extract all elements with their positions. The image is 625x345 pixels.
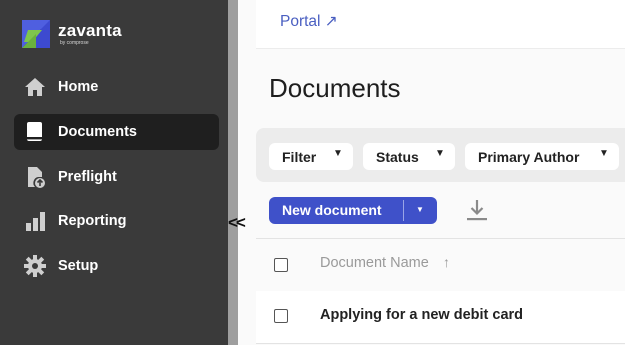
document-icon: [27, 122, 43, 141]
sidebar-item-label: Documents: [58, 124, 137, 140]
sidebar-item-setup[interactable]: Setup: [14, 248, 219, 284]
status-dropdown[interactable]: Status ▼: [363, 143, 455, 170]
primary-author-label: Primary Author: [478, 149, 580, 165]
sidebar-item-label: Setup: [58, 258, 99, 274]
sort-ascending-icon[interactable]: ↑: [443, 254, 450, 270]
primary-author-dropdown[interactable]: Primary Author ▼: [465, 143, 619, 170]
column-header-document-name[interactable]: Document Name: [320, 255, 429, 271]
sidebar-item-reporting[interactable]: Reporting: [14, 203, 219, 239]
sidebar-item-home[interactable]: Home: [14, 69, 219, 105]
new-document-split-button: New document ▼: [269, 197, 437, 224]
new-document-menu-button[interactable]: ▼: [404, 197, 437, 224]
bar-chart-icon: [26, 212, 45, 231]
logo-mark-icon: [22, 20, 50, 48]
zavanta-logo[interactable]: zavanta by comprose: [20, 18, 160, 50]
sidebar: zavanta by comprose Home Documents Prefl…: [0, 0, 228, 345]
sidebar-item-preflight[interactable]: Preflight: [14, 159, 219, 195]
filter-label: Filter: [282, 149, 317, 165]
sidebar-item-documents[interactable]: Documents: [14, 114, 219, 150]
gear-icon: [24, 255, 46, 277]
filter-dropdown[interactable]: Filter ▼: [269, 143, 353, 170]
page-title: Documents: [269, 73, 401, 103]
sidebar-resize-handle[interactable]: [228, 0, 238, 345]
caret-down-icon: ▼: [599, 148, 609, 159]
caret-down-icon: ▼: [333, 148, 343, 159]
preflight-icon: [28, 167, 45, 188]
download-icon[interactable]: [465, 198, 489, 222]
select-all-checkbox[interactable]: [274, 258, 288, 272]
status-label: Status: [376, 149, 419, 165]
new-document-label: New document: [282, 202, 382, 218]
sidebar-item-label: Reporting: [58, 213, 127, 229]
logo-wordmark: zavanta: [58, 21, 122, 40]
sidebar-item-label: Preflight: [58, 169, 117, 185]
table-header: [256, 238, 625, 292]
home-icon: [25, 78, 45, 96]
caret-down-icon: ▼: [435, 148, 445, 159]
document-name-cell[interactable]: Applying for a new debit card: [320, 307, 523, 323]
portal-link[interactable]: Portal ↗: [280, 12, 338, 31]
sidebar-item-label: Home: [58, 79, 99, 95]
logo-tagline: by comprose: [60, 40, 89, 46]
caret-down-icon: ▼: [416, 205, 424, 214]
collapse-sidebar-button[interactable]: <<: [228, 213, 246, 233]
row-checkbox[interactable]: [274, 309, 288, 323]
new-document-button[interactable]: New document: [269, 197, 403, 224]
